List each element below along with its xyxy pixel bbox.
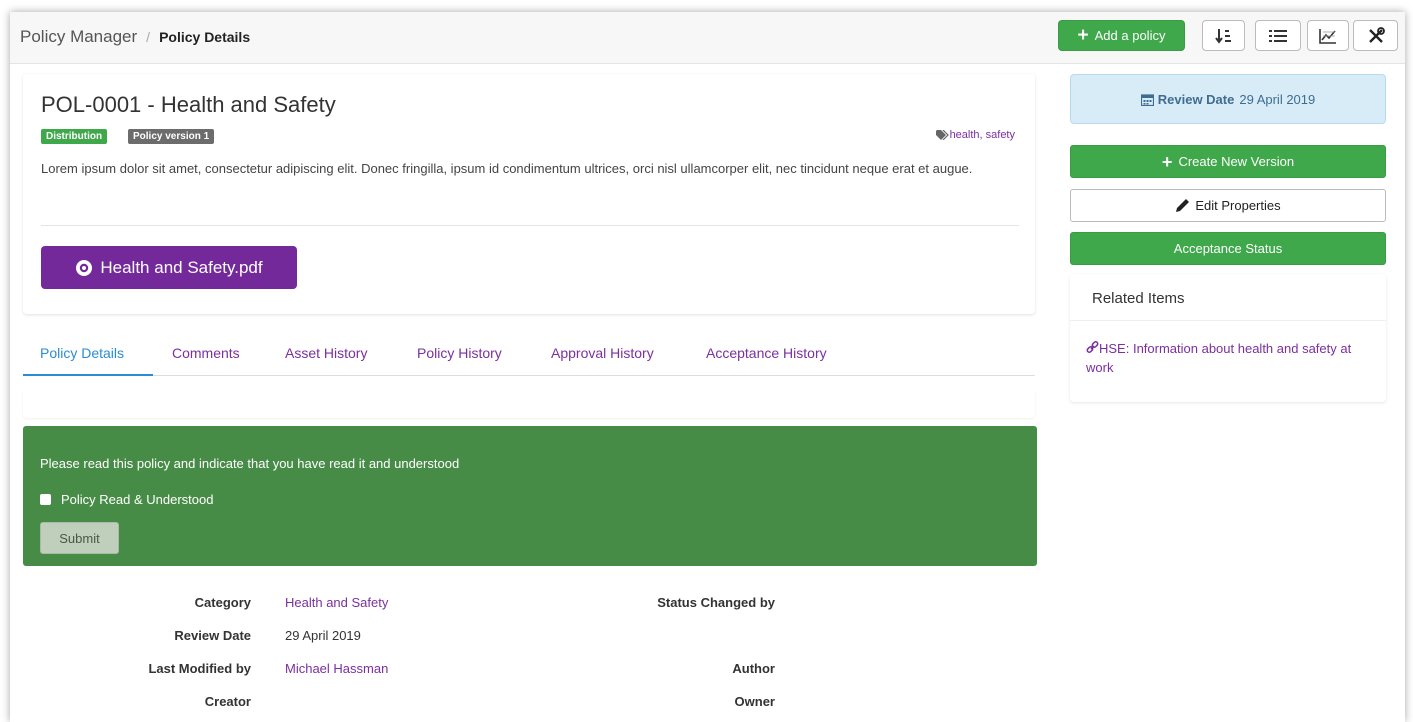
related-items-title: Related Items bbox=[1092, 290, 1185, 307]
checkbox-label: Policy Read & Understood bbox=[61, 492, 214, 507]
tab-comments[interactable]: Comments bbox=[172, 345, 240, 361]
version-badge: Policy version 1 bbox=[128, 129, 215, 144]
tools-icon bbox=[1368, 26, 1385, 43]
divider bbox=[41, 225, 1019, 226]
acceptance-status-button[interactable]: Acceptance Status bbox=[1070, 232, 1386, 265]
breadcrumb-root[interactable]: Policy Manager bbox=[20, 27, 137, 47]
tags: health, safety bbox=[935, 129, 1015, 141]
last-modified-value[interactable]: Michael Hassman bbox=[285, 661, 388, 676]
tools-button[interactable] bbox=[1353, 20, 1398, 51]
edit-properties-label: Edit Properties bbox=[1195, 198, 1281, 213]
active-tab-indicator bbox=[23, 374, 153, 376]
tab-bar: Policy Details Comments Asset History Po… bbox=[23, 334, 1035, 376]
acceptance-panel: Please read this policy and indicate tha… bbox=[23, 426, 1037, 566]
pdf-filename: Health and Safety.pdf bbox=[100, 257, 263, 277]
owner-label: Owner bbox=[734, 694, 775, 709]
calendar-icon bbox=[1140, 93, 1154, 106]
create-new-version-label: Create New Version bbox=[1178, 154, 1295, 169]
review-date-alert: Review Date 29 April 2019 bbox=[1070, 74, 1386, 124]
review-date-alert-value: 29 April 2019 bbox=[1239, 91, 1316, 107]
plus-icon: + bbox=[1161, 151, 1173, 172]
review-date-value: 29 April 2019 bbox=[285, 628, 361, 643]
submit-button[interactable]: Submit bbox=[40, 522, 119, 554]
policy-description: Lorem ipsum dolor sit amet, consectetur … bbox=[41, 161, 973, 176]
breadcrumb: Policy Manager / Policy Details bbox=[20, 27, 250, 47]
tab-policy-details[interactable]: Policy Details bbox=[40, 345, 124, 361]
chart-icon bbox=[1319, 28, 1336, 44]
tab-asset-history[interactable]: Asset History bbox=[285, 345, 367, 361]
policy-title: POL-0001 - Health and Safety bbox=[41, 92, 336, 117]
breadcrumb-separator: / bbox=[146, 29, 151, 45]
divider bbox=[1070, 320, 1386, 321]
tab-acceptance-history[interactable]: Acceptance History bbox=[706, 345, 827, 361]
category-label: Category bbox=[194, 595, 251, 610]
chart-view-button[interactable] bbox=[1307, 20, 1349, 51]
create-new-version-button[interactable]: + Create New Version bbox=[1070, 145, 1386, 178]
sort-button[interactable] bbox=[1202, 20, 1245, 51]
tab-approval-history[interactable]: Approval History bbox=[551, 345, 654, 361]
link-icon bbox=[1086, 341, 1099, 353]
last-modified-label: Last Modified by bbox=[148, 661, 251, 676]
top-bar: Policy Manager / Policy Details + Add a … bbox=[10, 12, 1405, 64]
related-item-text: HSE: Information about health and safety… bbox=[1086, 341, 1352, 375]
tag-links[interactable]: health, safety bbox=[950, 129, 1015, 141]
plus-icon: + bbox=[1077, 25, 1089, 46]
checkbox-box[interactable] bbox=[40, 494, 51, 505]
category-value[interactable]: Health and Safety bbox=[285, 595, 388, 610]
author-label: Author bbox=[732, 661, 775, 676]
breadcrumb-current: Policy Details bbox=[159, 29, 251, 45]
related-item-link[interactable]: HSE: Information about health and safety… bbox=[1086, 339, 1366, 377]
tag-icon bbox=[935, 130, 949, 140]
review-date-alert-label: Review Date bbox=[1157, 91, 1235, 107]
read-understood-checkbox[interactable]: Policy Read & Understood bbox=[40, 492, 213, 507]
tab-policy-history[interactable]: Policy History bbox=[417, 345, 502, 361]
distribution-badge: Distribution bbox=[41, 129, 108, 144]
list-view-button[interactable] bbox=[1255, 20, 1301, 51]
acceptance-prompt: Please read this policy and indicate tha… bbox=[40, 456, 460, 471]
tab-panel bbox=[23, 388, 1035, 418]
policy-card: POL-0001 - Health and Safety Distributio… bbox=[23, 74, 1035, 314]
creator-label: Creator bbox=[204, 694, 251, 709]
add-policy-button[interactable]: + Add a policy bbox=[1058, 20, 1185, 51]
related-items-panel: Related Items HSE: Information about hea… bbox=[1070, 274, 1386, 402]
eye-icon bbox=[76, 259, 93, 276]
review-date-label: Review Date bbox=[174, 628, 251, 643]
list-icon bbox=[1269, 29, 1287, 42]
sort-icon bbox=[1214, 28, 1231, 44]
status-changed-label: Status Changed by bbox=[657, 595, 775, 610]
edit-properties-button[interactable]: Edit Properties bbox=[1070, 189, 1386, 222]
add-policy-label: Add a policy bbox=[1094, 28, 1166, 43]
pencil-icon bbox=[1176, 199, 1190, 212]
view-pdf-button[interactable]: Health and Safety.pdf bbox=[41, 246, 297, 289]
app-window: Policy Manager / Policy Details + Add a … bbox=[10, 12, 1405, 722]
